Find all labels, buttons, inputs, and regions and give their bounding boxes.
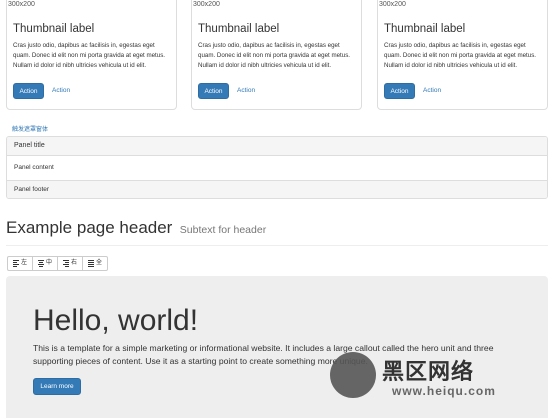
action-button[interactable]: Action — [13, 83, 44, 99]
thumbnail-image-placeholder: 300x200 — [8, 1, 35, 8]
align-left-icon — [13, 260, 19, 267]
panel: Panel title Panel content Panel footer — [6, 136, 548, 199]
page-subtitle: Subtext for header — [179, 224, 267, 236]
align-right-icon — [63, 260, 70, 267]
align-center-button[interactable]: 中 — [32, 256, 59, 271]
thumbnail-title: Thumbnail label — [198, 23, 280, 35]
align-button-group: 左 中 右 全 — [7, 256, 109, 271]
thumbnail-image-placeholder: 300x200 — [193, 1, 220, 8]
align-left-label: 左 — [21, 260, 28, 266]
thumbnail-image-placeholder: 300x200 — [379, 1, 406, 8]
align-justify-label: 全 — [96, 260, 103, 266]
thumbnail-title: Thumbnail label — [384, 23, 466, 35]
thumbnail-row: 300x200 Thumbnail label Cras justo odio,… — [6, 0, 548, 110]
align-right-button[interactable]: 右 — [57, 256, 84, 271]
thumbnail-title: Thumbnail label — [13, 23, 95, 35]
action-link[interactable]: Action — [52, 87, 70, 94]
jumbotron-heading: Hello, world! — [33, 304, 199, 337]
panel-footer: Panel footer — [7, 180, 547, 198]
trigger-modal-link[interactable]: 触发遮罩窗体 — [12, 124, 48, 133]
action-link[interactable]: Action — [237, 87, 255, 94]
panel-content: Panel content — [14, 164, 54, 171]
watermark-url: www.heiqu.com — [392, 384, 496, 398]
align-justify-button[interactable]: 全 — [82, 256, 109, 271]
action-link[interactable]: Action — [423, 87, 441, 94]
thumbnail-card: 300x200 Thumbnail label Cras justo odio,… — [6, 0, 177, 110]
thumbnail-card: 300x200 Thumbnail label Cras justo odio,… — [377, 0, 548, 110]
thumbnail-text: Cras justo odio, dapibus ac facilisis in… — [384, 42, 537, 69]
align-left-button[interactable]: 左 — [7, 256, 34, 271]
watermark-logo-icon — [330, 352, 376, 398]
page-title: Example page header — [6, 218, 173, 237]
page-header: Example page header Subtext for header — [6, 218, 548, 246]
action-button[interactable]: Action — [384, 83, 415, 99]
thumbnail-card: 300x200 Thumbnail label Cras justo odio,… — [191, 0, 362, 110]
thumbnail-text: Cras justo odio, dapibus ac facilisis in… — [198, 42, 351, 69]
panel-title: Panel title — [7, 137, 547, 156]
align-right-label: 右 — [71, 260, 78, 266]
align-justify-icon — [88, 260, 95, 267]
align-center-label: 中 — [46, 260, 53, 266]
watermark: 黑区网络 www.heiqu.com — [330, 352, 550, 412]
align-center-icon — [38, 260, 45, 267]
learn-more-button[interactable]: Learn more — [33, 378, 81, 395]
thumbnail-text: Cras justo odio, dapibus ac facilisis in… — [13, 42, 166, 69]
watermark-text: 黑区网络 — [382, 359, 475, 384]
action-button[interactable]: Action — [198, 83, 229, 99]
